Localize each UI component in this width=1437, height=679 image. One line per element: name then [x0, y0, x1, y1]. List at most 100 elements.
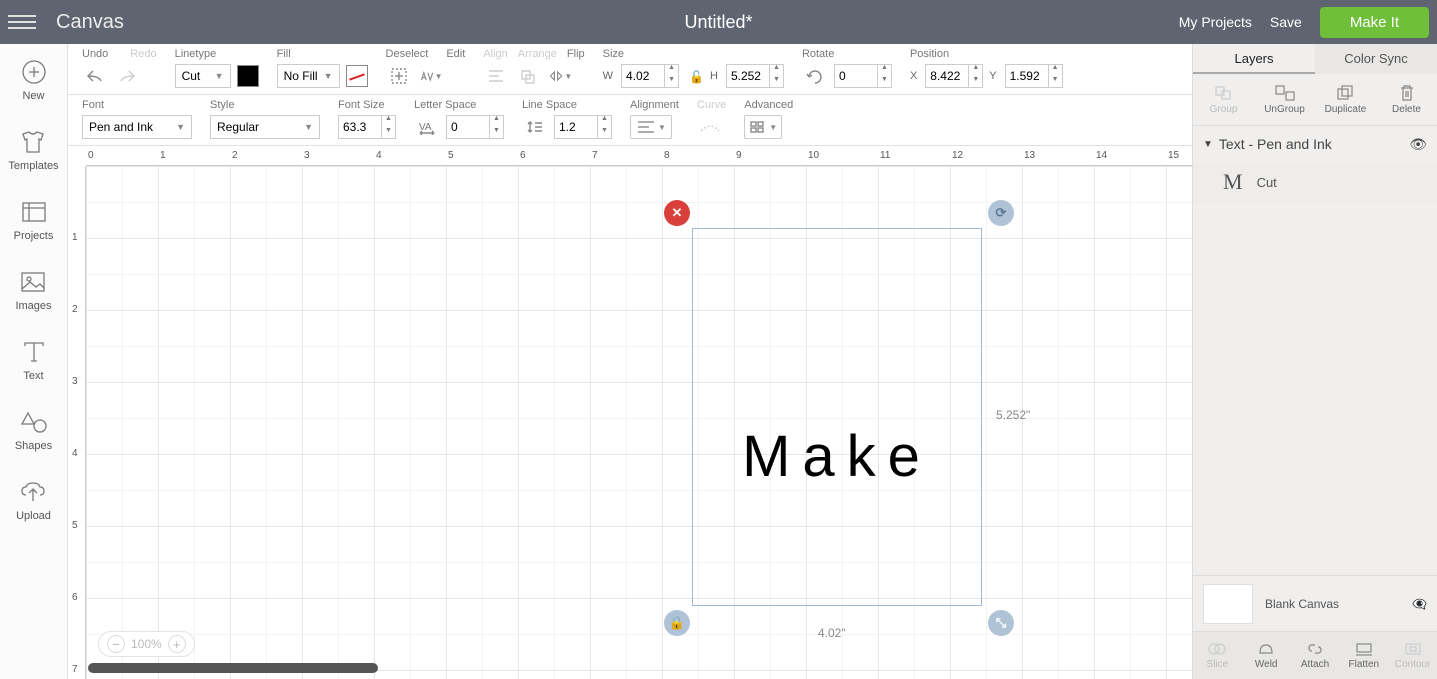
- curve-label: Curve: [697, 99, 726, 111]
- linetype-swatch[interactable]: [237, 65, 259, 87]
- selection-box[interactable]: Make Today Awesome: [692, 228, 982, 606]
- fill-swatch[interactable]: [346, 65, 368, 87]
- width-dimension-label: 4.02": [818, 626, 846, 640]
- sidebar-item-upload[interactable]: Upload: [16, 478, 51, 522]
- my-projects-link[interactable]: My Projects: [1179, 14, 1252, 30]
- ungroup-button[interactable]: UnGroup: [1254, 74, 1315, 125]
- sidebar-item-text[interactable]: Text: [18, 338, 50, 382]
- flip-button[interactable]: ▼: [547, 64, 573, 88]
- linespace-input[interactable]: ▲▼: [554, 115, 612, 139]
- font-label: Font: [82, 99, 192, 111]
- shapes-icon: [18, 408, 50, 436]
- zoom-in-button[interactable]: +: [168, 635, 186, 653]
- rotate-handle-icon[interactable]: ⟳: [988, 200, 1014, 226]
- sidebar-item-projects[interactable]: Projects: [14, 198, 54, 242]
- fontsize-label: Font Size: [338, 99, 396, 111]
- advanced-label: Advanced: [744, 99, 793, 111]
- sidebar-item-label: Upload: [16, 510, 51, 522]
- blank-canvas-row[interactable]: Blank Canvas 👁‍🗨: [1193, 575, 1437, 631]
- redo-button[interactable]: [114, 64, 140, 88]
- height-input[interactable]: ▲▼: [726, 64, 784, 88]
- align-label: Align: [483, 48, 507, 60]
- undo-button[interactable]: [82, 64, 108, 88]
- attach-button[interactable]: Attach: [1291, 632, 1340, 679]
- arrange-label: Arrange: [518, 48, 557, 60]
- rotate-label: Rotate: [802, 48, 892, 60]
- edit-label: Edit: [446, 48, 465, 60]
- zoom-out-button[interactable]: −: [107, 635, 125, 653]
- width-input[interactable]: ▲▼: [621, 64, 679, 88]
- x-prefix: X: [910, 70, 917, 82]
- sidebar-item-templates[interactable]: Templates: [8, 128, 58, 172]
- blank-canvas-label: Blank Canvas: [1265, 597, 1339, 611]
- deselect-label: Deselect: [386, 48, 429, 60]
- deselect-button[interactable]: [386, 64, 412, 88]
- visibility-icon[interactable]: 👁: [1409, 136, 1427, 153]
- make-it-button[interactable]: Make It: [1320, 7, 1429, 38]
- canvas-grid[interactable]: [86, 166, 1192, 679]
- position-y-input[interactable]: ▲▼: [1005, 64, 1063, 88]
- upload-icon: [17, 478, 49, 506]
- projects-icon: [18, 198, 50, 226]
- curve-button: [697, 115, 723, 139]
- visibility-off-icon[interactable]: 👁‍🗨: [1412, 597, 1427, 611]
- linespace-icon: [522, 115, 548, 139]
- toolbar-row-1: UndoRedo Linetype Cut▼ Fill No Fill▼ Des…: [68, 44, 1192, 95]
- collapse-icon[interactable]: ▼: [1203, 139, 1213, 150]
- fill-label: Fill: [277, 48, 368, 60]
- document-title[interactable]: Untitled*: [684, 12, 752, 33]
- lock-aspect-icon[interactable]: 🔓: [689, 70, 704, 84]
- fill-dropdown[interactable]: No Fill▼: [277, 64, 340, 88]
- rotate-input[interactable]: ▲▼: [834, 64, 892, 88]
- zoom-control[interactable]: − 100% +: [98, 631, 195, 657]
- canvas-area[interactable]: 0123456789101112131415 1234567 Make Toda…: [68, 148, 1192, 679]
- canvas-text-object[interactable]: Make Today Awesome: [693, 239, 981, 679]
- text-icon: [18, 338, 50, 366]
- style-dropdown[interactable]: Regular▼: [210, 115, 320, 139]
- sublayer-label: Cut: [1257, 175, 1277, 190]
- position-x-input[interactable]: ▲▼: [925, 64, 983, 88]
- linespace-label: Line Space: [522, 99, 612, 111]
- resize-handle-icon[interactable]: ⤡: [988, 610, 1014, 636]
- fontsize-input[interactable]: ▲▼: [338, 115, 396, 139]
- flatten-button[interactable]: Flatten: [1339, 632, 1388, 679]
- image-icon: [17, 268, 49, 296]
- linetype-label: Linetype: [175, 48, 259, 60]
- hamburger-menu-icon[interactable]: [8, 8, 36, 36]
- right-panel: Layers Color Sync Group UnGroup Duplicat…: [1192, 44, 1437, 679]
- font-dropdown[interactable]: Pen and Ink▼: [82, 115, 192, 139]
- horizontal-scrollbar[interactable]: [88, 663, 378, 673]
- advanced-button[interactable]: ▼: [744, 115, 782, 139]
- sidebar-item-label: Shapes: [15, 440, 52, 452]
- slice-button: Slice: [1193, 632, 1242, 679]
- alignment-label: Alignment: [630, 99, 679, 111]
- duplicate-button[interactable]: Duplicate: [1315, 74, 1376, 125]
- sidebar-item-images[interactable]: Images: [15, 268, 51, 312]
- alignment-button[interactable]: ▼: [630, 115, 672, 139]
- save-button[interactable]: Save: [1270, 14, 1302, 30]
- delete-button[interactable]: Delete: [1376, 74, 1437, 125]
- layer-row[interactable]: ▼ Text - Pen and Ink 👁: [1193, 126, 1437, 162]
- top-bar: Canvas Untitled* My Projects Save Make I…: [0, 0, 1437, 44]
- tab-layers[interactable]: Layers: [1193, 44, 1315, 74]
- edit-button[interactable]: ▼: [418, 64, 444, 88]
- sidebar-item-label: New: [22, 90, 44, 102]
- weld-button[interactable]: Weld: [1242, 632, 1291, 679]
- delete-handle-icon[interactable]: ✕: [664, 200, 690, 226]
- toolbar-area: UndoRedo Linetype Cut▼ Fill No Fill▼ Des…: [68, 44, 1192, 146]
- sidebar-item-label: Images: [15, 300, 51, 312]
- sidebar-item-label: Projects: [14, 230, 54, 242]
- letterspace-input[interactable]: ▲▼: [446, 115, 504, 139]
- sidebar-item-shapes[interactable]: Shapes: [15, 408, 52, 452]
- contour-button: Contour: [1388, 632, 1437, 679]
- tab-colorsync[interactable]: Color Sync: [1315, 44, 1437, 74]
- linetype-dropdown[interactable]: Cut▼: [175, 64, 231, 88]
- letterspace-label: Letter Space: [414, 99, 504, 111]
- height-prefix: H: [710, 70, 718, 82]
- lock-handle-icon[interactable]: 🔒: [664, 610, 690, 636]
- left-sidebar: New Templates Projects Images Text Shape…: [0, 44, 68, 679]
- sublayer-row[interactable]: M Cut: [1193, 162, 1437, 202]
- sidebar-item-new[interactable]: New: [18, 58, 50, 102]
- app-title: Canvas: [56, 11, 124, 34]
- redo-label: Redo: [130, 48, 156, 60]
